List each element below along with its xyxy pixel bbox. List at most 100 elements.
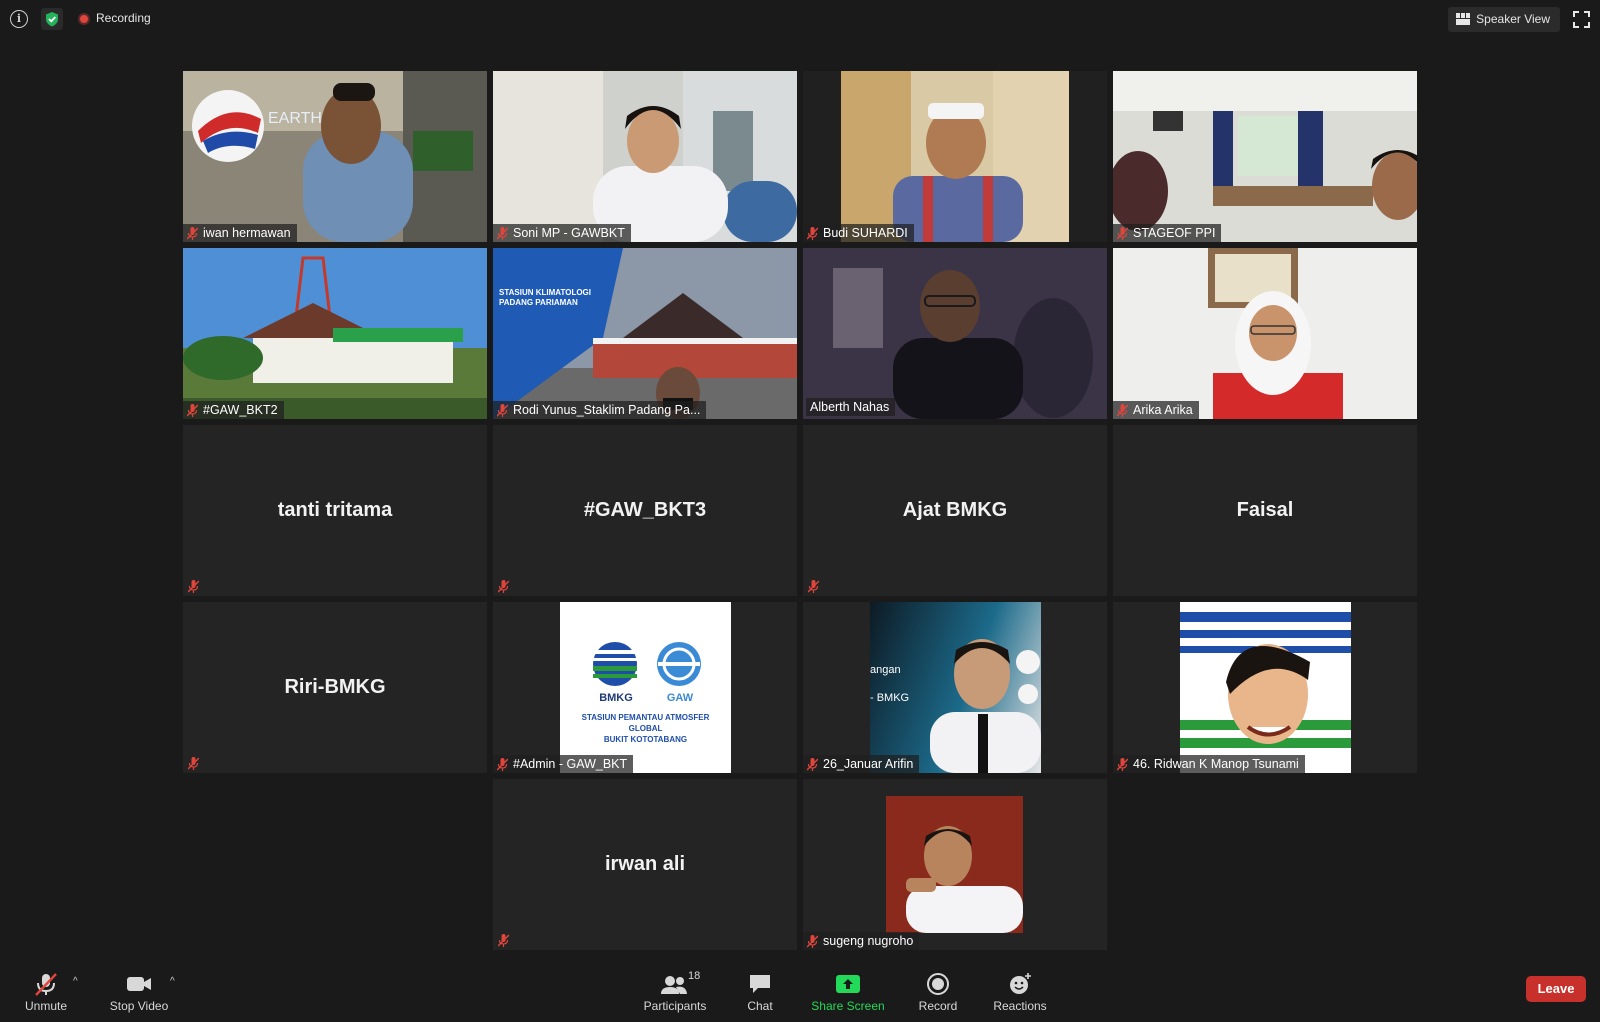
slide-text-line1: angan — [870, 664, 901, 676]
participant-name-tag: #GAW_BKT2 — [183, 401, 284, 419]
participant-name: Alberth Nahas — [810, 400, 890, 414]
participant-name-tag: 46. Ridwan K Manop Tsunami — [1113, 755, 1305, 773]
participant-video — [1113, 71, 1417, 242]
participant-tile[interactable]: sugeng nugroho — [803, 779, 1107, 950]
participant-video — [183, 248, 487, 419]
participant-tile[interactable]: Ajat BMKG — [803, 425, 1107, 596]
muted-mic-icon — [1117, 403, 1128, 417]
participant-name-tag: Budi SUHARDI — [803, 224, 914, 242]
participant-name-tag: iwan hermawan — [183, 224, 297, 242]
muted-mic-icon — [1117, 757, 1128, 771]
stop-video-button[interactable]: Stop Video — [106, 964, 172, 1022]
participants-count-badge: 18 — [688, 970, 701, 982]
reactions-button[interactable]: Reactions — [987, 964, 1053, 1022]
participant-name: 26_Januar Arifin — [823, 757, 914, 771]
participant-name-tag: #Admin - GAW_BKT — [493, 755, 634, 773]
leave-meeting-button[interactable]: Leave — [1526, 976, 1586, 1002]
gaw-logo-text: GAW — [666, 692, 694, 704]
cartoon-avatar — [1180, 602, 1351, 773]
rodi-slide-title: STASIUN KLIMATOLOGI PADANG PARIAMAN — [499, 288, 591, 308]
participant-tile[interactable]: STASIUN KLIMATOLOGI PADANG PARIAMAN Rodi… — [493, 248, 797, 419]
muted-mic-icon — [807, 757, 818, 771]
muted-mic-icon — [497, 226, 508, 240]
participant-video — [803, 71, 1107, 242]
participant-name: #Admin - GAW_BKT — [513, 757, 628, 771]
participant-tile[interactable]: STAGEOF PPI — [1113, 71, 1417, 242]
participant-tile[interactable]: angan - BMKG 26_Januar Arifin — [803, 602, 1107, 773]
portrait-photo — [930, 639, 1041, 773]
participant-video — [1113, 248, 1417, 419]
participant-tile[interactable]: Faisal — [1113, 425, 1417, 596]
participant-name: sugeng nugroho — [823, 934, 914, 948]
unmute-button[interactable]: Unmute — [16, 964, 76, 1022]
muted-mic-icon — [807, 226, 818, 240]
participant-video — [493, 71, 797, 242]
share-screen-icon — [836, 975, 860, 993]
participant-name: #GAW_BKT2 — [203, 403, 278, 417]
video-options-caret[interactable]: ^ — [170, 976, 175, 987]
bmkg-logo-text: BMKG — [599, 692, 633, 704]
video-camera-icon — [127, 977, 151, 991]
reactions-label: Reactions — [993, 999, 1047, 1013]
participant-tile[interactable]: BMKG GAW STASIUN PEMANTAU ATMOSFER GLOBA… — [493, 602, 797, 773]
participant-name: Rodi Yunus_Staklim Padang Pa... — [513, 403, 701, 417]
participant-tile[interactable]: 46. Ridwan K Manop Tsunami — [1113, 602, 1417, 773]
speaker-view-label: Speaker View — [1476, 12, 1550, 26]
participant-tile[interactable]: #GAW_BKT2 — [183, 248, 487, 419]
slide-text-line2: - BMKG — [870, 692, 910, 704]
participant-tile[interactable]: #GAW_BKT3 — [493, 425, 797, 596]
record-label: Record — [918, 999, 958, 1013]
participant-tile[interactable]: Budi SUHARDI — [803, 71, 1107, 242]
chat-label: Chat — [747, 999, 773, 1013]
fullscreen-icon[interactable] — [1573, 11, 1590, 28]
profile-photo-avatar: angan - BMKG — [870, 602, 1041, 773]
speaker-view-icon — [1456, 13, 1471, 25]
muted-mic-icon — [188, 580, 199, 593]
chat-button[interactable]: Chat — [730, 964, 790, 1022]
audio-options-caret[interactable]: ^ — [73, 976, 78, 987]
participant-video — [493, 248, 797, 419]
logo-caption-line2: BUKIT KOTOTABANG — [603, 735, 688, 744]
participant-name: Ajat BMKG — [902, 499, 1008, 521]
participant-tile[interactable]: Riri-BMKG — [183, 602, 487, 773]
bmkg-logo-caption: STASIUN PEMANTAU ATMOSFER GLOBAL BUKIT K… — [564, 712, 727, 745]
meeting-controls-toolbar: Unmute ^ Stop Video ^ Participants 18 Ch… — [0, 964, 1600, 1022]
participant-tile[interactable]: irwan ali — [493, 779, 797, 950]
participant-name-tag: sugeng nugroho — [803, 932, 920, 950]
participant-tile[interactable]: tanti tritama — [183, 425, 487, 596]
muted-mic-icon — [498, 934, 509, 947]
participant-name: irwan ali — [604, 853, 686, 875]
bmkg-gaw-logo-avatar: BMKG GAW STASIUN PEMANTAU ATMOSFER GLOBA… — [560, 602, 731, 773]
muted-mic-icon — [808, 580, 819, 593]
muted-mic-icon — [188, 757, 199, 770]
participant-tile-active-speaker[interactable]: Alberth Nahas — [803, 248, 1107, 419]
chat-icon — [750, 975, 770, 993]
participant-name: Budi SUHARDI — [823, 226, 908, 240]
participant-name-tag: Arika Arika — [1113, 401, 1199, 419]
participant-tile[interactable]: Soni MP - GAWBKT — [493, 71, 797, 242]
share-screen-button[interactable]: Share Screen — [808, 964, 888, 1022]
svg-text:EARTH: EARTH — [268, 110, 322, 127]
participant-tile[interactable]: Arika Arika — [1113, 248, 1417, 419]
recording-indicator-icon — [78, 13, 90, 25]
bmkg-gaw-emblem-icon — [593, 642, 701, 686]
participant-name-tag: 26_Januar Arifin — [803, 755, 920, 773]
participants-icon — [661, 976, 687, 994]
meeting-top-bar: i Recording Speaker View — [0, 0, 1600, 38]
participant-name: tanti tritama — [277, 499, 393, 521]
encryption-shield-icon[interactable] — [41, 8, 63, 30]
record-button[interactable]: Record — [908, 964, 968, 1022]
participant-video — [803, 248, 1107, 419]
participant-name: Soni MP - GAWBKT — [513, 226, 625, 240]
speaker-view-button[interactable]: Speaker View — [1448, 7, 1560, 32]
gallery-grid: EARTH iwan hermawan Soni MP - GAWBKT Bud… — [183, 71, 1419, 951]
muted-mic-icon — [497, 757, 508, 771]
participant-name: #GAW_BKT3 — [583, 499, 707, 521]
participant-name-tag: Rodi Yunus_Staklim Padang Pa... — [493, 401, 707, 419]
participant-name-tag: Soni MP - GAWBKT — [493, 224, 631, 242]
participant-name-tag: STAGEOF PPI — [1113, 224, 1222, 242]
participant-tile[interactable]: EARTH iwan hermawan — [183, 71, 487, 242]
participant-name: 46. Ridwan K Manop Tsunami — [1133, 757, 1299, 771]
participant-name-tag: Alberth Nahas — [806, 398, 896, 416]
info-icon[interactable]: i — [10, 10, 28, 28]
